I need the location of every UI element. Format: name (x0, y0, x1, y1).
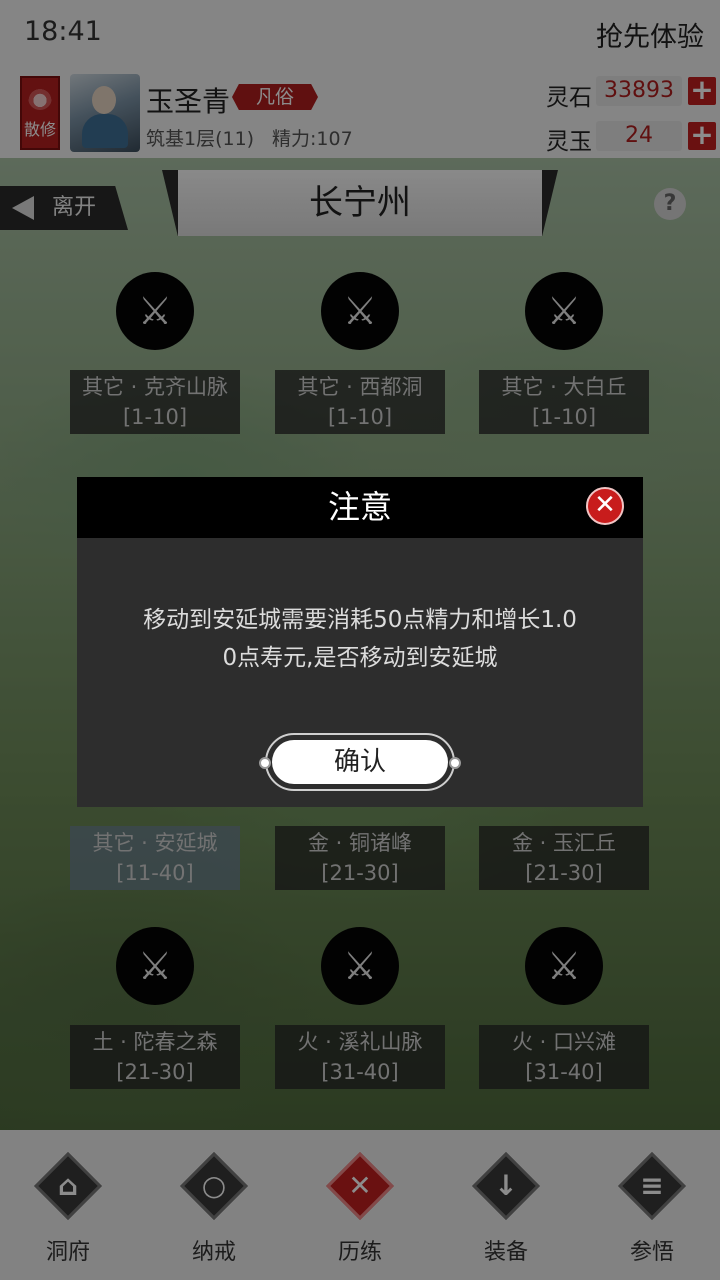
dialog-header: 注意 ✕ (77, 477, 643, 538)
decor-dot (449, 757, 461, 769)
confirm-button[interactable]: 确认 (272, 740, 448, 784)
close-icon[interactable]: ✕ (586, 487, 624, 525)
confirm-button-frame: 确认 (259, 733, 461, 791)
dialog-title: 注意 (327, 488, 392, 526)
confirm-dialog: 注意 ✕ 移动到安延城需要消耗50点精力和增长1.0 0点寿元,是否移动到安延城… (77, 477, 643, 807)
dialog-message: 移动到安延城需要消耗50点精力和增长1.0 0点寿元,是否移动到安延城 (117, 601, 603, 677)
dialog-message-line: 0点寿元,是否移动到安延城 (222, 645, 498, 671)
decor-dot (259, 757, 271, 769)
dialog-message-line: 移动到安延城需要消耗50点精力和增长1.0 (143, 607, 577, 633)
